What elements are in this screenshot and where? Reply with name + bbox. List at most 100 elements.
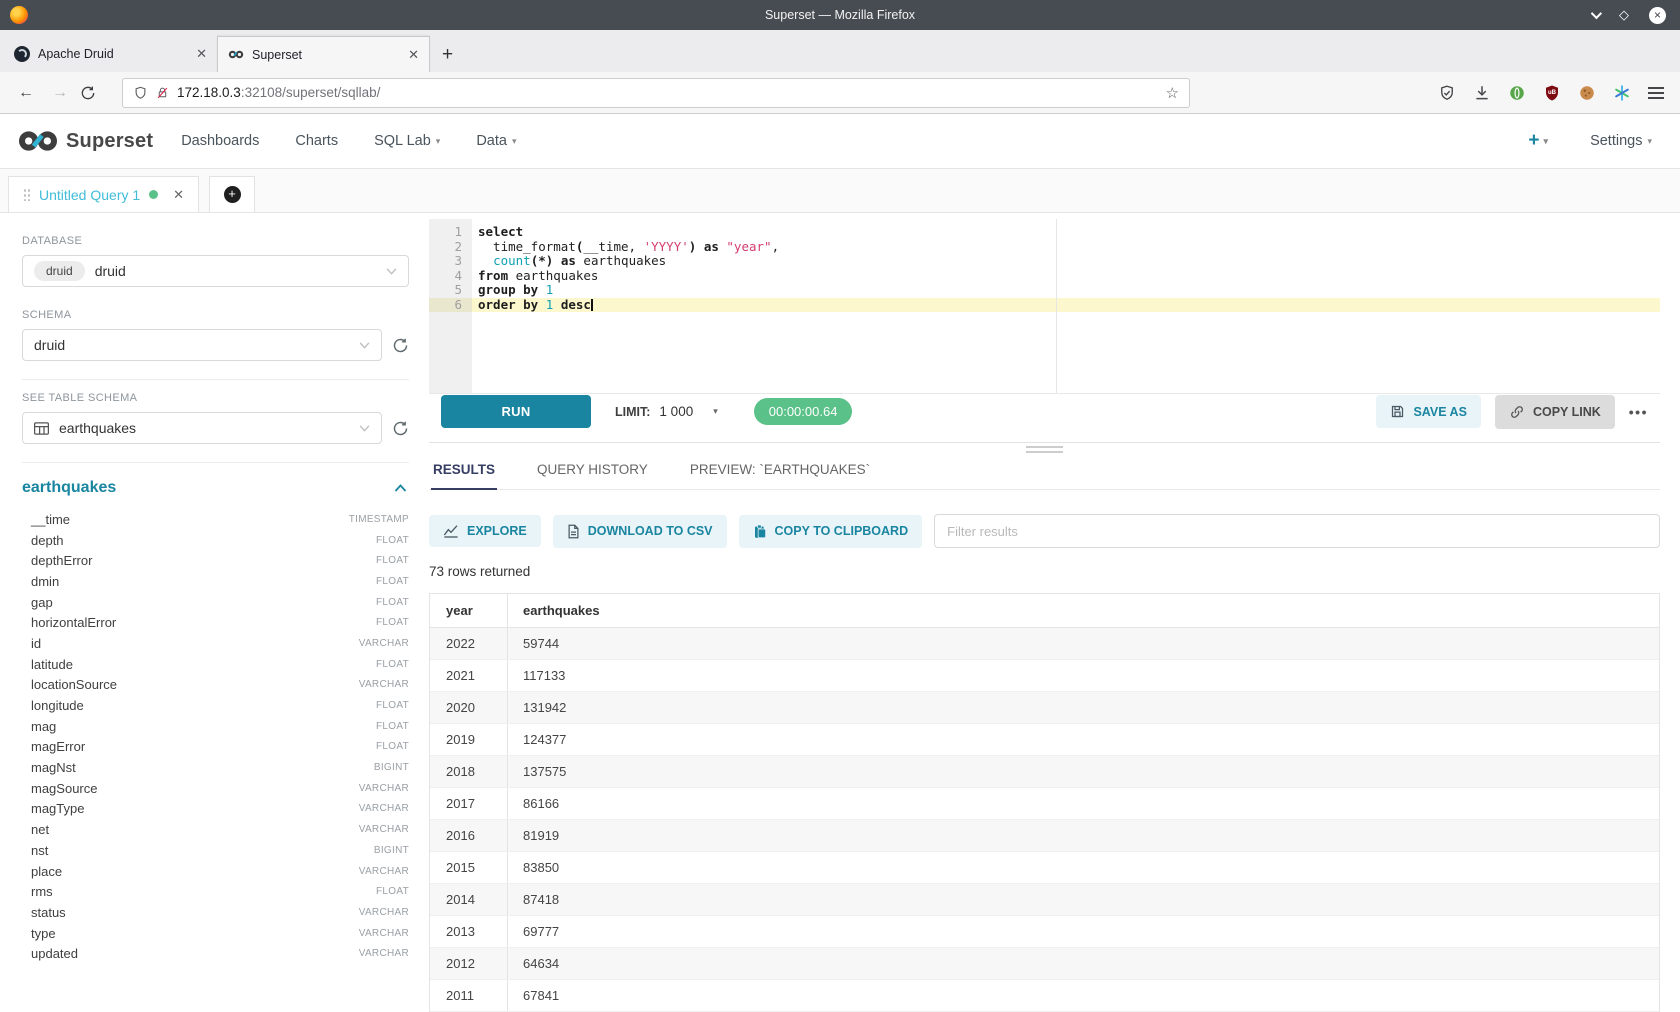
- column-name: depth: [31, 533, 64, 548]
- tab-close-icon[interactable]: ✕: [196, 46, 207, 62]
- column-name: place: [31, 864, 62, 879]
- collapse-chevron-up-icon[interactable]: [394, 484, 407, 492]
- browser-tab-apache-druid[interactable]: Apache Druid ✕: [4, 36, 217, 72]
- forward-button[interactable]: →: [46, 84, 74, 102]
- code-line[interactable]: select: [472, 225, 1660, 240]
- cell-year: 2011: [430, 980, 508, 1011]
- refresh-schemas-icon[interactable]: [392, 337, 409, 354]
- query-tab[interactable]: Untitled Query 1 ✕: [8, 176, 199, 212]
- column-type: FLOAT: [376, 576, 409, 587]
- table-row[interactable]: 202259744: [430, 628, 1659, 660]
- sqllab-main: 123456 select time_format(__time, 'YYYY'…: [429, 213, 1680, 1012]
- table-row[interactable]: 201167841: [430, 980, 1659, 1012]
- table-row[interactable]: 201681919: [430, 820, 1659, 852]
- table-row[interactable]: 2021117133: [430, 660, 1659, 692]
- superset-logo-icon: [18, 129, 58, 153]
- pane-splitter[interactable]: [429, 442, 1660, 453]
- refresh-tables-icon[interactable]: [392, 420, 409, 437]
- table-row[interactable]: 201369777: [430, 916, 1659, 948]
- settings-menu[interactable]: Settings▾: [1590, 133, 1652, 149]
- nav-dashboards[interactable]: Dashboards: [181, 133, 259, 149]
- extension-asterisk-icon[interactable]: [1613, 84, 1631, 102]
- code-line[interactable]: count(*) as earthquakes: [472, 254, 1660, 269]
- menu-icon[interactable]: [1648, 87, 1664, 99]
- more-options-button[interactable]: •••: [1629, 404, 1648, 420]
- window-minimize-icon[interactable]: [1591, 8, 1602, 19]
- nav-sql-lab[interactable]: SQL Lab▾: [374, 133, 440, 149]
- sql-editor[interactable]: 123456 select time_format(__time, 'YYYY'…: [429, 219, 1660, 393]
- column-row: updatedVARCHAR: [22, 943, 409, 964]
- cell-year: 2019: [430, 724, 508, 755]
- add-new-button[interactable]: +▾: [1528, 130, 1548, 152]
- column-row: statusVARCHAR: [22, 902, 409, 923]
- code-line[interactable]: order by 1 desc: [472, 298, 1660, 313]
- cookie-icon[interactable]: [1578, 84, 1596, 102]
- insecure-lock-icon[interactable]: [156, 85, 169, 101]
- code-line[interactable]: group by 1: [472, 283, 1660, 298]
- new-tab-button[interactable]: +: [442, 44, 453, 66]
- tab-query-history[interactable]: QUERY HISTORY: [535, 453, 650, 489]
- line-number: 1: [429, 225, 472, 240]
- chevron-down-icon: ▾: [1544, 136, 1549, 147]
- download-csv-button[interactable]: DOWNLOAD TO CSV: [553, 515, 727, 548]
- code-line[interactable]: from earthquakes: [472, 269, 1660, 284]
- table-row[interactable]: 2020131942: [430, 692, 1659, 724]
- table-row[interactable]: 2019124377: [430, 724, 1659, 756]
- add-query-tab-button[interactable]: +: [209, 176, 255, 212]
- editor-toolbar: RUN LIMIT: 1 000 ▾ 00:00:00.64 SAVE AS: [429, 393, 1660, 430]
- column-type: VARCHAR: [359, 638, 409, 649]
- bookmark-star-icon[interactable]: ☆: [1166, 84, 1179, 102]
- copy-clipboard-button[interactable]: COPY TO CLIPBOARD: [739, 515, 923, 548]
- cell-year: 2016: [430, 820, 508, 851]
- limit-value[interactable]: 1 000: [659, 404, 693, 419]
- nav-charts[interactable]: Charts: [295, 133, 338, 149]
- account-shield-icon[interactable]: [1438, 84, 1456, 102]
- explore-button[interactable]: EXPLORE: [429, 515, 541, 547]
- downloads-icon[interactable]: [1473, 84, 1491, 102]
- tab-preview-earthquakes[interactable]: PREVIEW: `EARTHQUAKES`: [688, 453, 872, 489]
- superset-brand[interactable]: Superset: [18, 129, 153, 153]
- extension-green-icon[interactable]: [1508, 84, 1526, 102]
- database-select[interactable]: druid druid: [22, 255, 409, 287]
- query-tab-bar: Untitled Query 1 ✕ +: [0, 169, 1680, 213]
- editor-code[interactable]: select time_format(__time, 'YYYY') as "y…: [472, 219, 1660, 393]
- copy-link-button[interactable]: COPY LINK: [1495, 395, 1615, 429]
- limit-dropdown-icon[interactable]: ▾: [713, 406, 718, 417]
- column-type: FLOAT: [376, 597, 409, 608]
- tracking-shield-icon[interactable]: [133, 85, 148, 101]
- table-row[interactable]: 2018137575: [430, 756, 1659, 788]
- column-name: magError: [31, 739, 85, 754]
- save-as-button[interactable]: SAVE AS: [1376, 395, 1481, 428]
- table-row[interactable]: 201487418: [430, 884, 1659, 916]
- table-row[interactable]: 201264634: [430, 948, 1659, 980]
- window-close-icon[interactable]: ×: [1649, 7, 1666, 24]
- line-number: 4: [429, 269, 472, 284]
- column-row: magErrorFLOAT: [22, 737, 409, 758]
- column-row: netVARCHAR: [22, 819, 409, 840]
- ublock-icon[interactable]: uB: [1543, 84, 1561, 102]
- schema-select[interactable]: druid: [22, 329, 382, 361]
- results-tabbar: RESULTS QUERY HISTORY PREVIEW: `EARTHQUA…: [429, 453, 1660, 490]
- splitter-handle-icon[interactable]: [1026, 446, 1063, 453]
- nav-data[interactable]: Data▾: [476, 133, 516, 149]
- column-name: longitude: [31, 698, 84, 713]
- table-select[interactable]: earthquakes: [22, 412, 382, 444]
- reload-button[interactable]: [80, 85, 108, 101]
- run-button[interactable]: RUN: [441, 395, 591, 428]
- url-bar[interactable]: 172.18.0.3:32108/superset/sqllab/ ☆: [122, 78, 1190, 108]
- code-line[interactable]: time_format(__time, 'YYYY') as "year",: [472, 240, 1660, 255]
- filter-results-input[interactable]: [934, 514, 1660, 548]
- column-type: FLOAT: [376, 617, 409, 628]
- table-row[interactable]: 201786166: [430, 788, 1659, 820]
- back-button[interactable]: ←: [12, 84, 40, 102]
- tab-results[interactable]: RESULTS: [431, 453, 497, 490]
- window-maximize-icon[interactable]: ◇: [1619, 7, 1629, 23]
- drag-handle-icon[interactable]: [23, 188, 30, 201]
- header-earthquakes[interactable]: earthquakes: [508, 594, 600, 627]
- tab-close-icon[interactable]: ✕: [408, 47, 419, 63]
- browser-tab-superset[interactable]: Superset ✕: [217, 36, 430, 72]
- query-tab-close-icon[interactable]: ✕: [173, 187, 184, 203]
- url-path: :32108/superset/sqllab/: [241, 85, 381, 100]
- table-row[interactable]: 201583850: [430, 852, 1659, 884]
- header-year[interactable]: year: [430, 594, 508, 627]
